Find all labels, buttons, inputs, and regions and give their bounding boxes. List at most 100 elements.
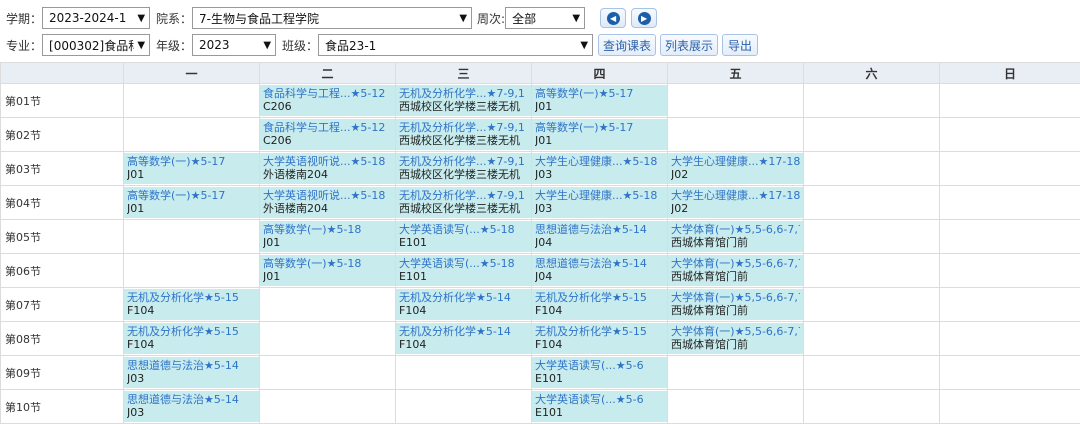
- course-name-link[interactable]: 高等数学(一)★5-18: [263, 223, 392, 236]
- course-name-link[interactable]: 无机及分析化学...★7-9,1: [399, 87, 528, 100]
- schedule-cell: 无机及分析化学★5-15F104: [532, 288, 668, 322]
- course-block[interactable]: 大学生心理健康...★5-18J03: [532, 187, 667, 218]
- term-select[interactable]: 2023-2024-1 ▼: [42, 7, 150, 29]
- schedule-cell: [804, 186, 940, 220]
- grade-select[interactable]: 2023 ▼: [192, 34, 276, 56]
- course-block[interactable]: 无机及分析化学★5-15F104: [532, 323, 667, 354]
- course-name-link[interactable]: 高等数学(一)★5-17: [127, 189, 256, 202]
- course-block[interactable]: 大学生心理健康...★17-18J02: [668, 153, 803, 184]
- course-name-link[interactable]: 无机及分析化学...★7-9,1: [399, 155, 528, 168]
- dept-select[interactable]: 7-生物与食品工程学院 ▼: [192, 7, 472, 29]
- course-block[interactable]: 大学生心理健康...★5-18J03: [532, 153, 667, 184]
- schedule-cell: 食品科学与工程...★5-12C206: [260, 118, 396, 152]
- schedule-cell: [804, 118, 940, 152]
- course-name-link[interactable]: 无机及分析化学★5-15: [535, 325, 664, 338]
- course-block[interactable]: 思想道德与法治★5-14J03: [124, 357, 259, 388]
- week-select[interactable]: 全部 ▼: [505, 7, 585, 29]
- course-name-link[interactable]: 无机及分析化学★5-14: [399, 291, 528, 304]
- course-name-link[interactable]: 无机及分析化学★5-15: [127, 291, 256, 304]
- course-name-link[interactable]: 思想道德与法治★5-14: [127, 393, 256, 406]
- course-block[interactable]: 思想道德与法治★5-14J03: [124, 391, 259, 422]
- course-block[interactable]: 无机及分析化学...★7-9,1西城校区化学楼三楼无机: [396, 119, 531, 150]
- course-name-link[interactable]: 大学英语读写(...★5-6: [535, 359, 664, 372]
- course-name-link[interactable]: 大学英语读写(...★5-18: [399, 257, 528, 270]
- course-block[interactable]: 食品科学与工程...★5-12C206: [260, 85, 395, 116]
- course-name-link[interactable]: 无机及分析化学...★7-9,1: [399, 121, 528, 134]
- course-block[interactable]: 思想道德与法治★5-14J04: [532, 221, 667, 252]
- course-block[interactable]: 大学生心理健康...★17-18J02: [668, 187, 803, 218]
- schedule-cell: 无机及分析化学...★7-9,1西城校区化学楼三楼无机: [396, 186, 532, 220]
- arrow-right-icon: ▶: [638, 12, 651, 25]
- schedule-cell: [940, 288, 1080, 322]
- course-block[interactable]: 高等数学(一)★5-18J01: [260, 255, 395, 286]
- course-block[interactable]: 大学体育(一)★5,5-6,6-7,7西城体育馆门前: [668, 289, 803, 320]
- course-block[interactable]: 高等数学(一)★5-17J01: [124, 187, 259, 218]
- course-block[interactable]: 高等数学(一)★5-18J01: [260, 221, 395, 252]
- course-name-link[interactable]: 思想道德与法治★5-14: [535, 257, 664, 270]
- course-name-link[interactable]: 无机及分析化学...★7-9,1: [399, 189, 528, 202]
- course-block[interactable]: 高等数学(一)★5-17J01: [532, 119, 667, 150]
- course-name-link[interactable]: 大学生心理健康...★17-18: [671, 155, 800, 168]
- next-week-button[interactable]: ▶: [631, 8, 657, 28]
- schedule-cell: [940, 356, 1080, 390]
- course-name-link[interactable]: 大学生心理健康...★5-18: [535, 189, 664, 202]
- export-button[interactable]: 导出: [722, 34, 758, 56]
- schedule-cell: [804, 390, 940, 424]
- course-block[interactable]: 大学体育(一)★5,5-6,6-7,7西城体育馆门前: [668, 221, 803, 252]
- course-name-link[interactable]: 大学体育(一)★5,5-6,6-7,7: [671, 257, 800, 270]
- course-name-link[interactable]: 大学体育(一)★5,5-6,6-7,7: [671, 223, 800, 236]
- course-name-link[interactable]: 食品科学与工程...★5-12: [263, 87, 392, 100]
- day-header: 一: [124, 63, 260, 84]
- course-name-link[interactable]: 大学英语读写(...★5-18: [399, 223, 528, 236]
- prev-week-button[interactable]: ◀: [600, 8, 626, 28]
- major-select[interactable]: [000302]食品科 ▼: [42, 34, 150, 56]
- course-block[interactable]: 无机及分析化学★5-15F104: [124, 323, 259, 354]
- course-block[interactable]: 大学英语读写(...★5-18E101: [396, 221, 531, 252]
- class-select[interactable]: 食品23-1 ▼: [318, 34, 593, 56]
- course-block[interactable]: 无机及分析化学...★7-9,1西城校区化学楼三楼无机: [396, 187, 531, 218]
- course-block[interactable]: 大学英语视听说...★5-18外语楼南204: [260, 187, 395, 218]
- course-name-link[interactable]: 高等数学(一)★5-17: [535, 121, 664, 134]
- course-name-link[interactable]: 大学英语读写(...★5-6: [535, 393, 664, 406]
- course-name-link[interactable]: 大学体育(一)★5,5-6,6-7,7: [671, 325, 800, 338]
- course-name-link[interactable]: 高等数学(一)★5-17: [535, 87, 664, 100]
- schedule-cell: [940, 118, 1080, 152]
- course-name-link[interactable]: 思想道德与法治★5-14: [127, 359, 256, 372]
- course-name-link[interactable]: 高等数学(一)★5-18: [263, 257, 392, 270]
- course-block[interactable]: 大学英语读写(...★5-6E101: [532, 391, 667, 422]
- course-name-link[interactable]: 高等数学(一)★5-17: [127, 155, 256, 168]
- course-block[interactable]: 高等数学(一)★5-17J01: [532, 85, 667, 116]
- course-block[interactable]: 食品科学与工程...★5-12C206: [260, 119, 395, 150]
- query-schedule-button[interactable]: 查询课表: [598, 34, 656, 56]
- course-block[interactable]: 大学体育(一)★5,5-6,6-7,7西城体育馆门前: [668, 323, 803, 354]
- course-name-link[interactable]: 食品科学与工程...★5-12: [263, 121, 392, 134]
- table-row: 第05节高等数学(一)★5-18J01大学英语读写(...★5-18E101思想…: [1, 220, 1080, 254]
- course-block[interactable]: 无机及分析化学★5-15F104: [532, 289, 667, 320]
- course-name-link[interactable]: 无机及分析化学★5-15: [535, 291, 664, 304]
- course-name-link[interactable]: 无机及分析化学★5-15: [127, 325, 256, 338]
- course-block[interactable]: 大学英语读写(...★5-6E101: [532, 357, 667, 388]
- table-row: 第10节思想道德与法治★5-14J03大学英语读写(...★5-6E101: [1, 390, 1080, 424]
- course-room: F104: [399, 304, 528, 317]
- course-block[interactable]: 大学英语视听说...★5-18外语楼南204: [260, 153, 395, 184]
- course-block[interactable]: 无机及分析化学★5-14F104: [396, 289, 531, 320]
- schedule-cell: 高等数学(一)★5-17J01: [532, 84, 668, 118]
- course-block[interactable]: 无机及分析化学...★7-9,1西城校区化学楼三楼无机: [396, 153, 531, 184]
- course-block[interactable]: 无机及分析化学★5-15F104: [124, 289, 259, 320]
- course-block[interactable]: 无机及分析化学★5-14F104: [396, 323, 531, 354]
- course-name-link[interactable]: 大学体育(一)★5,5-6,6-7,7: [671, 291, 800, 304]
- course-name-link[interactable]: 大学英语视听说...★5-18: [263, 155, 392, 168]
- course-name-link[interactable]: 大学生心理健康...★5-18: [535, 155, 664, 168]
- course-name-link[interactable]: 思想道德与法治★5-14: [535, 223, 664, 236]
- course-block[interactable]: 高等数学(一)★5-17J01: [124, 153, 259, 184]
- course-name-link[interactable]: 大学英语视听说...★5-18: [263, 189, 392, 202]
- course-room: J01: [127, 202, 256, 215]
- course-block[interactable]: 思想道德与法治★5-14J04: [532, 255, 667, 286]
- course-block[interactable]: 大学体育(一)★5,5-6,6-7,7西城体育馆门前: [668, 255, 803, 286]
- course-block[interactable]: 大学英语读写(...★5-18E101: [396, 255, 531, 286]
- course-name-link[interactable]: 大学生心理健康...★17-18: [671, 189, 800, 202]
- list-view-button[interactable]: 列表展示: [660, 34, 718, 56]
- course-name-link[interactable]: 无机及分析化学★5-14: [399, 325, 528, 338]
- class-select-value: 食品23-1: [325, 37, 376, 54]
- course-block[interactable]: 无机及分析化学...★7-9,1西城校区化学楼三楼无机: [396, 85, 531, 116]
